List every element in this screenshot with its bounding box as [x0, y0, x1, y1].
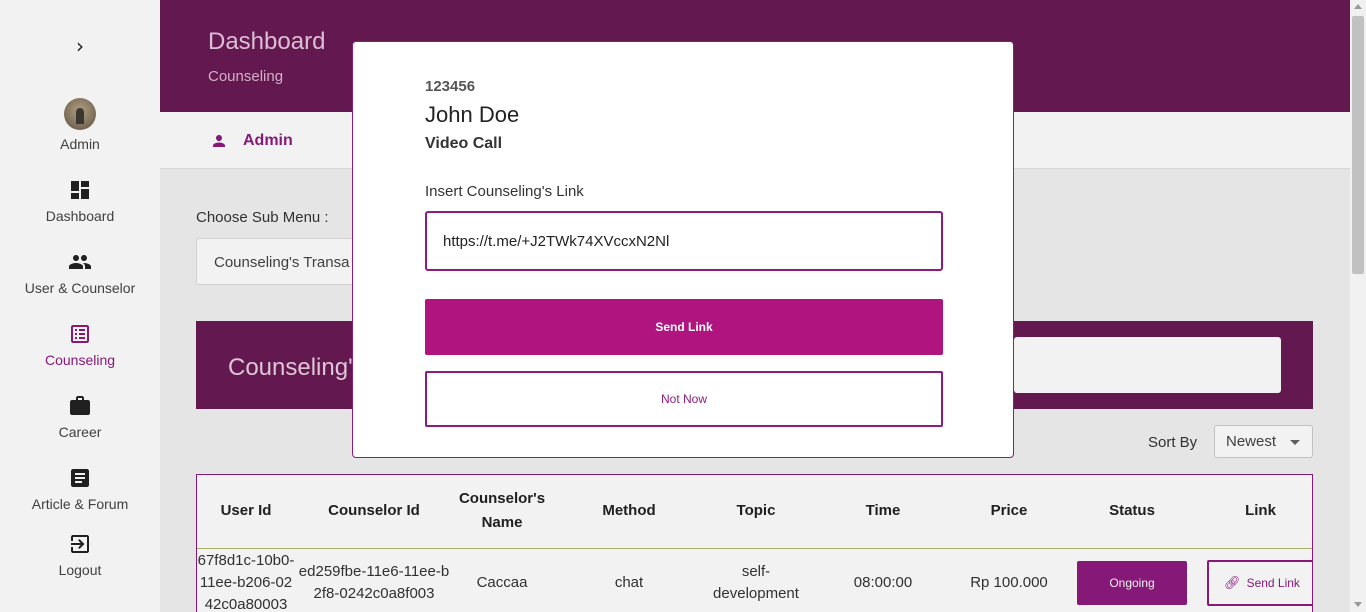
scroll-thumb[interactable] [1352, 16, 1364, 274]
counseling-method: Video Call [425, 135, 503, 152]
counseling-link-input[interactable] [425, 211, 943, 271]
not-now-button[interactable]: Not Now [425, 371, 943, 427]
link-input-label: Insert Counseling's Link [425, 183, 584, 200]
send-link-modal: 123456 John Doe Video Call Insert Counse… [352, 41, 1014, 458]
scroll-down-icon[interactable] [1354, 602, 1362, 607]
page-scrollbar[interactable] [1350, 0, 1366, 612]
send-link-button[interactable]: Send Link [425, 299, 943, 355]
transaction-id: 123456 [425, 78, 476, 95]
scroll-up-icon[interactable] [1354, 4, 1362, 9]
client-name: John Doe [425, 102, 520, 127]
